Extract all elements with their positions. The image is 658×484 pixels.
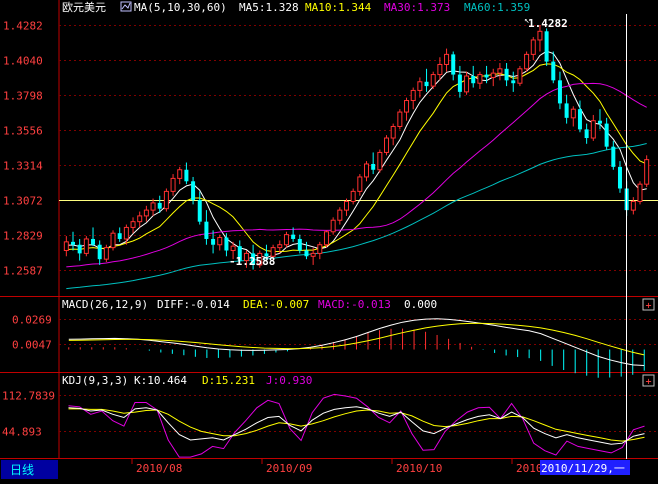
macd-dea-value: DEA:-0.007 — [243, 298, 309, 311]
candle — [384, 135, 390, 156]
ma10-value: MA10:1.344 — [305, 1, 372, 14]
cursor-date-label: 2010/11/29,一 — [540, 460, 630, 475]
chart-background — [0, 0, 658, 480]
candle — [637, 181, 643, 205]
candle — [524, 51, 530, 72]
kdj-k-value: K:10.464 — [134, 374, 187, 387]
price-tick-label: 1.3798 — [3, 90, 43, 103]
macd-params: MACD(26,12,9) — [62, 298, 148, 311]
candle — [397, 109, 403, 130]
kdj-tick-label: 112.7839 — [2, 390, 55, 403]
price-tick-label: 1.2829 — [3, 230, 43, 243]
macd-macd-value: MACD:-0.013 — [318, 298, 391, 311]
cursor-date-text: 2010/11/29,一 — [541, 462, 625, 475]
macd-legend: MACD(26,12,9) DIFF:-0.014 DEA:-0.007 MAC… — [62, 298, 437, 311]
candle — [544, 28, 549, 66]
kdj-params: KDJ(9,3,3) — [62, 374, 128, 387]
candle — [110, 230, 116, 251]
high-annotation: 1.4282 — [528, 17, 568, 30]
date-tick-label: 2010/10 — [396, 462, 442, 475]
period-tab-daily[interactable]: 日线 — [1, 460, 58, 479]
ma-params: MA(5,10,30,60) — [134, 1, 227, 14]
candle — [517, 65, 523, 87]
price-tick-label: 1.3314 — [3, 160, 43, 173]
kdj-expand-button[interactable]: + — [642, 374, 655, 388]
candle — [83, 236, 89, 257]
candle — [430, 71, 436, 89]
ma5-value: MA5:1.328 — [239, 1, 299, 14]
plus-icon: + — [646, 301, 652, 312]
ma30-value: MA30:1.373 — [384, 1, 450, 14]
macd-tick-label: 0.0269 — [12, 314, 52, 327]
kdj-j-value: J:0.930 — [266, 374, 312, 387]
candle — [330, 217, 336, 235]
price-tick-label: 1.4040 — [3, 55, 43, 68]
macd-diff-value: DIFF:-0.014 — [157, 298, 230, 311]
candle — [644, 155, 650, 188]
low-annotation: -1.2588 — [229, 255, 275, 268]
period-tab-label: 日线 — [10, 463, 34, 477]
kdj-d-value: D:15.231 — [202, 374, 255, 387]
symbol-name: 欧元美元 — [62, 1, 106, 14]
macd-expand-button[interactable]: + — [642, 298, 655, 312]
forex-chart[interactable]: 1.4282 1.4040 1.3798 1.3556 1.3314 1.3072 1.28… — [0, 0, 658, 480]
macd-zero-value: 0.000 — [404, 298, 437, 311]
date-tick-label: 2010/08 — [136, 462, 182, 475]
price-tick-label: 1.3072 — [3, 195, 43, 208]
candle — [323, 230, 329, 248]
candle — [377, 149, 383, 173]
price-tick-label: 1.4282 — [3, 20, 43, 33]
macd-tick-label: 0.0047 — [12, 339, 52, 352]
date-tick-label: 2010 — [516, 462, 543, 475]
date-tick-label: 2010/09 — [266, 462, 312, 475]
high-arrow-icon: ↖ — [524, 16, 529, 26]
price-tick-label: 1.3556 — [3, 125, 43, 138]
plus-icon: + — [646, 377, 652, 388]
ma60-value: MA60:1.359 — [464, 1, 530, 14]
candle — [163, 188, 169, 212]
candle — [103, 244, 109, 263]
kdj-tick-label: 44.893 — [2, 426, 42, 439]
price-tick-label: 1.2587 — [3, 265, 43, 278]
